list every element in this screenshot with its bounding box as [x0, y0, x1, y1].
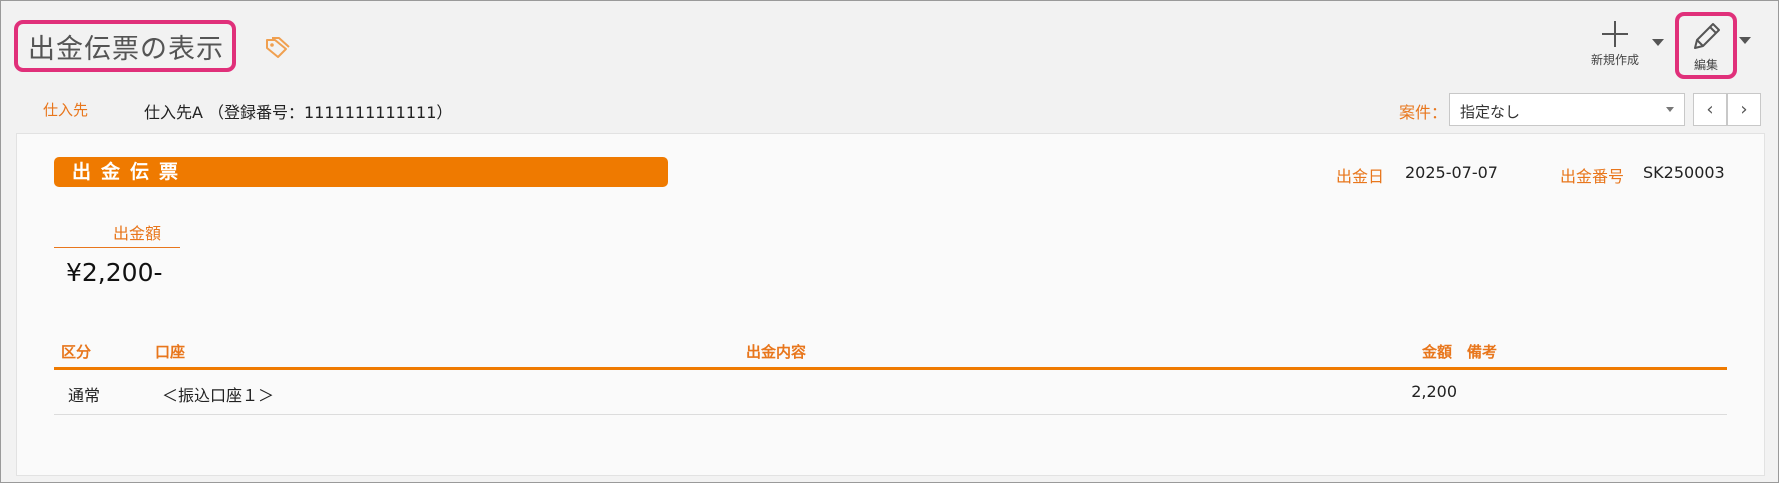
page-title: 出金伝票の表示: [14, 20, 236, 72]
case-select[interactable]: 指定なし: [1449, 93, 1685, 126]
edit-dropdown-caret[interactable]: [1739, 37, 1751, 44]
case-select-value: 指定なし: [1460, 103, 1521, 121]
document-banner: 出金伝票: [54, 157, 668, 187]
new-create-label: 新規作成: [1590, 53, 1639, 67]
row-account: ＜振込口座１＞: [162, 386, 275, 405]
next-button[interactable]: ›: [1727, 93, 1761, 126]
header-account: 口座: [155, 343, 186, 361]
payment-number-value: SK250003: [1643, 163, 1725, 182]
prev-button[interactable]: ‹: [1693, 93, 1727, 126]
edit-button[interactable]: 編集: [1675, 12, 1737, 79]
case-label: 案件：: [1399, 103, 1448, 122]
payment-date-label: 出金日: [1336, 167, 1385, 186]
edit-label: 編集: [1693, 58, 1718, 72]
row-amount: 2,200: [1411, 382, 1457, 401]
voucher-panel: 出金伝票 出金日 2025-07-07 出金番号 SK250003 出金額 ¥2…: [16, 133, 1765, 476]
tag-icon[interactable]: [264, 35, 290, 61]
amount-label: 出金額: [54, 220, 180, 248]
table-header-divider: [54, 367, 1727, 370]
header-content: 出金内容: [746, 343, 807, 361]
payment-date-value: 2025-07-07: [1405, 163, 1498, 182]
header-amount: 金額: [1422, 343, 1453, 361]
payment-number-label: 出金番号: [1560, 167, 1625, 186]
plus-icon: [1602, 21, 1628, 47]
header-kubun: 区分: [61, 343, 92, 361]
header-note: 備考: [1467, 343, 1498, 361]
supplier-label: 仕入先: [43, 101, 89, 119]
new-create-button[interactable]: 新規作成: [1584, 19, 1646, 75]
chevron-down-icon: [1666, 107, 1674, 112]
amount-value: ¥2,200-: [66, 258, 163, 287]
pencil-icon: [1694, 23, 1720, 49]
row-kubun: 通常: [68, 386, 101, 405]
new-create-dropdown-caret[interactable]: [1652, 39, 1664, 46]
supplier-value: 仕入先A （登録番号：1111111111111）: [144, 103, 453, 122]
window: 出金伝票の表示 新規作成 編集 仕入先 仕入先A （登録番号：111111111…: [0, 0, 1779, 483]
table-row-divider: [54, 414, 1727, 415]
